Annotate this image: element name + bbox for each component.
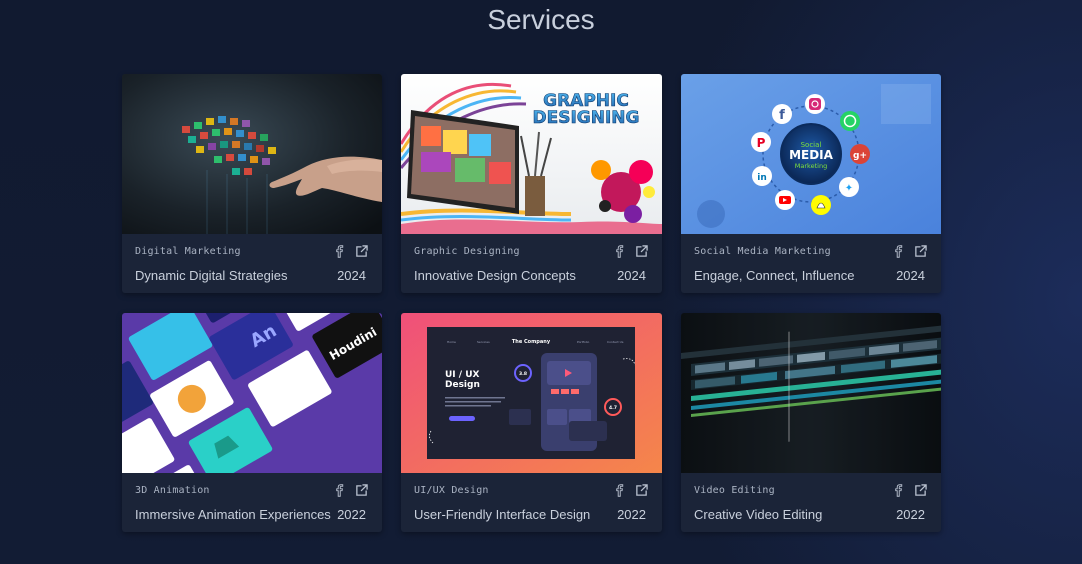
service-card-ui-ux-design[interactable]: Home Services The Company Portfolio Cont… bbox=[401, 313, 662, 532]
card-title: Immersive Animation Experiences bbox=[135, 507, 331, 522]
card-title: Creative Video Editing bbox=[694, 507, 823, 522]
image-text: The Company bbox=[512, 339, 551, 345]
facebook-icon[interactable] bbox=[892, 245, 905, 258]
card-category: UI/UX Design bbox=[414, 485, 489, 496]
card-title: Dynamic Digital Strategies bbox=[135, 268, 288, 283]
svg-text:Home: Home bbox=[447, 340, 456, 344]
service-card-digital-marketing[interactable]: Digital Marketing Dynamic Digital Strate… bbox=[122, 74, 382, 293]
svg-text:Services: Services bbox=[477, 340, 490, 344]
card-year: 2024 bbox=[337, 268, 366, 283]
service-card-social-media-marketing[interactable]: Social MEDIA Marketing f g+ ✦ in P Socia… bbox=[681, 74, 941, 293]
external-link-icon[interactable] bbox=[635, 484, 648, 497]
card-category: Graphic Designing bbox=[414, 246, 520, 257]
page-title: Services bbox=[487, 4, 595, 35]
video-editing-image bbox=[681, 313, 941, 473]
facebook-icon[interactable] bbox=[613, 484, 626, 497]
graphic-designing-image: GRAPHIC DESIGNING bbox=[401, 74, 662, 234]
card-title: Innovative Design Concepts bbox=[414, 268, 576, 283]
facebook-icon[interactable] bbox=[892, 484, 905, 497]
svg-text:g+: g+ bbox=[853, 151, 867, 161]
card-year: 2022 bbox=[896, 507, 925, 522]
ui-ux-image: Home Services The Company Portfolio Cont… bbox=[401, 313, 662, 473]
svg-text:Portfolio: Portfolio bbox=[577, 340, 590, 344]
services-grid: Digital Marketing Dynamic Digital Strate… bbox=[122, 74, 941, 532]
image-text: 4.7 bbox=[609, 405, 617, 411]
external-link-icon[interactable] bbox=[914, 484, 927, 497]
digital-marketing-image bbox=[122, 74, 382, 234]
image-text: Marketing bbox=[795, 162, 827, 170]
image-text: MEDIA bbox=[789, 148, 834, 162]
card-title: User-Friendly Interface Design bbox=[414, 507, 591, 522]
card-category: Video Editing bbox=[694, 485, 775, 496]
image-text: DESIGNING bbox=[533, 108, 640, 128]
card-year: 2024 bbox=[896, 268, 925, 283]
external-link-icon[interactable] bbox=[355, 245, 368, 258]
service-card-3d-animation[interactable]: An Ae Houdini 3D Animation Immersive Ani… bbox=[122, 313, 382, 532]
card-year: 2022 bbox=[337, 507, 366, 522]
svg-text:P: P bbox=[757, 136, 766, 150]
service-card-graphic-designing[interactable]: GRAPHIC DESIGNING Graphic Designing Inno… bbox=[401, 74, 662, 293]
card-category: 3D Animation bbox=[135, 485, 210, 496]
card-title: Engage, Connect, Influence bbox=[694, 268, 855, 283]
image-text: Design bbox=[445, 380, 480, 390]
social-media-image: Social MEDIA Marketing f g+ ✦ in P bbox=[681, 74, 941, 234]
svg-text:f: f bbox=[779, 108, 785, 123]
facebook-icon[interactable] bbox=[613, 245, 626, 258]
3d-animation-image: An Ae Houdini bbox=[122, 313, 382, 473]
svg-text:Contact Us: Contact Us bbox=[607, 340, 624, 344]
external-link-icon[interactable] bbox=[355, 484, 368, 497]
external-link-icon[interactable] bbox=[635, 245, 648, 258]
card-category: Social Media Marketing bbox=[694, 246, 831, 257]
external-link-icon[interactable] bbox=[914, 245, 927, 258]
facebook-icon[interactable] bbox=[333, 484, 346, 497]
facebook-icon[interactable] bbox=[333, 245, 346, 258]
svg-text:✦: ✦ bbox=[845, 183, 853, 194]
service-card-video-editing[interactable]: Video Editing Creative Video Editing 202… bbox=[681, 313, 941, 532]
card-year: 2022 bbox=[617, 507, 646, 522]
image-text: UI / UX bbox=[445, 370, 480, 380]
svg-text:in: in bbox=[757, 173, 767, 183]
card-category: Digital Marketing bbox=[135, 246, 241, 257]
card-year: 2024 bbox=[617, 268, 646, 283]
image-text: 3.8 bbox=[519, 371, 527, 377]
